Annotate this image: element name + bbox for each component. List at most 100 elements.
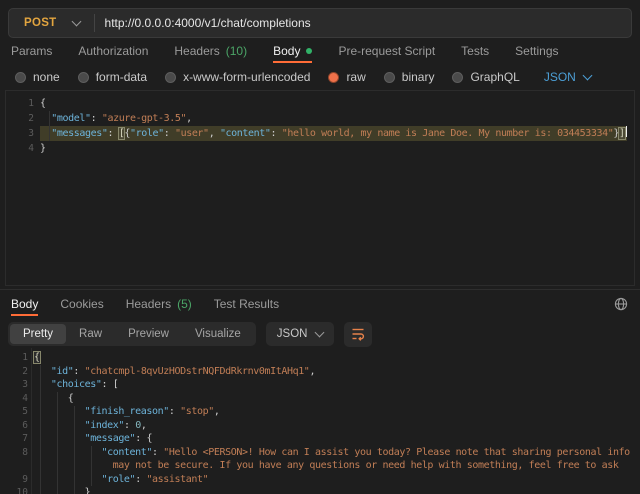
code-line[interactable]: 2 "id": "chatcmpl-8qvUzHODstrNQFDdRkrnv0…: [0, 365, 640, 379]
code-text: }: [40, 141, 46, 156]
response-tab-cookies[interactable]: Cookies: [60, 293, 103, 315]
request-language-label: JSON: [544, 70, 576, 84]
response-tab-body[interactable]: Body: [11, 293, 38, 315]
tab-tests[interactable]: Tests: [461, 40, 489, 62]
line-number: 4: [6, 141, 40, 156]
view-tab-raw[interactable]: Raw: [66, 324, 115, 344]
code-token: :: [124, 420, 135, 431]
body-type-x-www-form-urlencoded[interactable]: x-www-form-urlencoded: [165, 70, 310, 84]
code-token: {: [146, 433, 152, 444]
code-token: "user": [175, 128, 209, 139]
code-line[interactable]: 10 }: [0, 486, 640, 494]
code-token: "chatcmpl-8qvUzHODstrNQFDdRkrnv0mItAHq1": [85, 366, 310, 377]
code-line[interactable]: 3 "messages": [{"role": "user", "content…: [6, 126, 634, 141]
view-tab-pretty[interactable]: Pretty: [10, 324, 66, 344]
tab-pre-request-script[interactable]: Pre-request Script: [338, 40, 435, 62]
code-text: "finish_reason": "stop",: [34, 405, 220, 419]
request-language-select[interactable]: JSON: [544, 70, 591, 84]
code-token: ,: [186, 113, 192, 124]
code-token: [34, 366, 51, 377]
response-toolbar: PrettyRawPreviewVisualize JSON: [8, 321, 372, 347]
body-type-graphql[interactable]: GraphQL: [452, 70, 519, 84]
code-token: :: [135, 474, 146, 485]
code-token: "id": [51, 366, 73, 377]
tab-params[interactable]: Params: [11, 40, 52, 62]
code-token: :: [169, 406, 180, 417]
body-type-form-data[interactable]: form-data: [78, 70, 147, 84]
code-line[interactable]: 4 {: [0, 392, 640, 406]
request-body-editor[interactable]: 1{2 "model": "azure-gpt-3.5",3 "messages…: [5, 90, 635, 286]
response-tab-test-results[interactable]: Test Results: [214, 293, 279, 315]
tab-settings[interactable]: Settings: [515, 40, 558, 62]
view-tab-preview[interactable]: Preview: [115, 324, 182, 344]
code-text: may not be secure. If you have any quest…: [34, 459, 619, 473]
code-token: "index": [85, 420, 124, 431]
code-token: :: [152, 447, 163, 458]
body-set-dot-icon: [306, 48, 312, 54]
line-number: [0, 459, 34, 473]
response-language-select[interactable]: JSON: [266, 322, 335, 346]
url-input[interactable]: [95, 16, 631, 30]
code-line[interactable]: 8 "content": "Hello <PERSON>! How can I …: [0, 446, 640, 460]
line-number: 8: [0, 446, 34, 460]
code-text: }: [34, 486, 90, 494]
tab-label: Body: [273, 44, 300, 58]
radio-label: GraphQL: [470, 70, 519, 84]
indent-guide: [57, 392, 58, 494]
radio-icon: [78, 72, 89, 83]
code-line[interactable]: 1{: [6, 96, 634, 111]
tab-headers[interactable]: Headers(10): [174, 40, 247, 62]
code-token: [34, 433, 85, 444]
code-text: "model": "azure-gpt-3.5",: [40, 111, 192, 126]
radio-icon: [452, 72, 463, 83]
method-label: POST: [24, 17, 57, 29]
indent-guide: [91, 446, 92, 486]
globe-icon[interactable]: [613, 296, 629, 312]
code-line[interactable]: 2 "model": "azure-gpt-3.5",: [6, 111, 634, 126]
code-token: }: [34, 487, 90, 494]
code-line[interactable]: 4}: [6, 141, 634, 156]
code-token: [34, 379, 51, 390]
code-line[interactable]: may not be secure. If you have any quest…: [0, 459, 640, 473]
tab-body[interactable]: Body: [273, 40, 312, 62]
line-number: 5: [0, 405, 34, 419]
line-number: 10: [0, 486, 34, 494]
view-tab-visualize[interactable]: Visualize: [182, 324, 254, 344]
code-token: "azure-gpt-3.5": [102, 113, 186, 124]
code-line[interactable]: 5 "finish_reason": "stop",: [0, 405, 640, 419]
request-url-bar: POST: [8, 8, 632, 38]
line-number: 9: [0, 473, 34, 487]
code-token: ,: [209, 128, 220, 139]
request-tabs: Params Authorization Headers(10) Body Pre-re…: [11, 40, 630, 62]
response-body-editor[interactable]: 1{2 "id": "chatcmpl-8qvUzHODstrNQFDdRkrn…: [0, 348, 640, 494]
body-type-binary[interactable]: binary: [384, 70, 435, 84]
tab-label: Params: [11, 44, 52, 58]
code-token: "Hello <PERSON>! How can I assist you to…: [163, 447, 630, 458]
text-cursor: [626, 126, 628, 137]
indent-guide: [49, 111, 50, 141]
body-type-none[interactable]: none: [15, 70, 60, 84]
body-type-raw[interactable]: raw: [328, 70, 365, 84]
chevron-down-icon: [71, 17, 81, 27]
code-token: "content": [101, 447, 152, 458]
code-line[interactable]: 7 "message": {: [0, 432, 640, 446]
code-token: ,: [214, 406, 220, 417]
tab-label: Headers: [126, 297, 171, 311]
wrap-text-button[interactable]: [344, 322, 372, 347]
code-line[interactable]: 6 "index": 0,: [0, 419, 640, 433]
method-selector[interactable]: POST: [9, 17, 94, 29]
code-line[interactable]: 3 "choices": [: [0, 378, 640, 392]
code-line[interactable]: 9 "role": "assistant": [0, 473, 640, 487]
tab-label: Pre-request Script: [338, 44, 435, 58]
indent-guide: [74, 406, 75, 494]
code-text: "index": 0,: [34, 419, 146, 433]
tab-label: Body: [11, 297, 38, 311]
code-line[interactable]: 1{: [0, 351, 640, 365]
code-text: {: [40, 96, 46, 111]
response-tab-headers[interactable]: Headers(5): [126, 293, 192, 315]
code-token: may not be secure. If you have any quest…: [34, 460, 619, 471]
tab-label: Cookies: [60, 297, 103, 311]
code-text: "messages": [{"role": "user", "content":…: [40, 126, 627, 141]
tab-label: Settings: [515, 44, 558, 58]
tab-authorization[interactable]: Authorization: [78, 40, 148, 62]
